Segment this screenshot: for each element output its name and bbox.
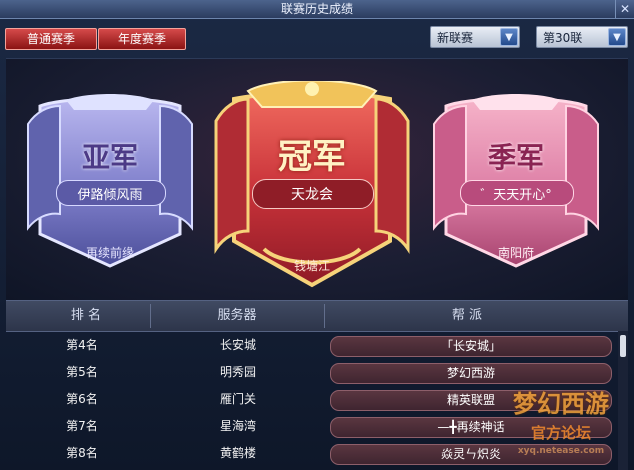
season-select-value: 第30联 xyxy=(543,31,583,45)
league-select-value: 新联赛 xyxy=(437,31,474,45)
scrollbar-thumb[interactable] xyxy=(620,335,626,357)
watermark-subtitle: 官方论坛 xyxy=(530,424,591,442)
rank-cell: 第6名 xyxy=(66,392,98,406)
guild-cell: 梦幻西游 xyxy=(330,363,612,384)
third-rank-label: 季军 xyxy=(487,141,544,174)
table-row[interactable]: 第4名 长安城 「长安城」 xyxy=(6,334,618,357)
server-cell: 明秀园 xyxy=(219,365,256,379)
first-rank-label: 冠军 xyxy=(278,137,346,177)
normal-season-button[interactable]: 普通赛季 xyxy=(5,28,97,50)
rank-cell: 第5名 xyxy=(66,365,98,379)
rank-column-header: 排 名 xyxy=(70,308,102,323)
server-cell: 长安城 xyxy=(219,338,256,352)
guild-column-header: 帮 派 xyxy=(451,308,483,323)
server-column-header: 服务器 xyxy=(217,308,257,323)
second-server: 再续前缘 xyxy=(85,246,134,260)
third-team-name: ゛天天开心° xyxy=(480,188,552,203)
chevron-down-icon[interactable]: ▼ xyxy=(608,28,626,46)
title-bar: 联赛历史成绩 ✕ xyxy=(0,0,634,19)
season-select[interactable]: 第30联 ▼ xyxy=(536,26,628,48)
close-icon[interactable]: ✕ xyxy=(615,0,634,18)
watermark-logo: 梦幻西游 官方论坛 xyq.netease.com xyxy=(496,382,626,466)
third-place-banner: 季军 ゛天天开心° 南阳府 xyxy=(432,94,600,272)
rank-cell: 第4名 xyxy=(66,338,98,352)
second-place-banner: 亚军 伊路倾风雨 再续前缘 xyxy=(26,94,194,272)
table-row[interactable]: 第5名 明秀园 梦幻西游 xyxy=(6,361,618,384)
server-cell: 黄鹤楼 xyxy=(219,446,256,460)
server-cell: 星海湾 xyxy=(219,419,256,433)
rank-cell: 第8名 xyxy=(66,446,98,460)
annual-season-button[interactable]: 年度赛季 xyxy=(98,28,186,50)
chevron-down-icon[interactable]: ▼ xyxy=(500,28,518,46)
second-team-name: 伊路倾风雨 xyxy=(77,188,143,203)
rank-cell: 第7名 xyxy=(66,419,98,433)
league-history-window: 联赛历史成绩 ✕ 普通赛季 年度赛季 新联赛 ▼ 第30联 ▼ 亚军 伊路倾风雨… xyxy=(0,0,634,470)
first-team-name: 天龙会 xyxy=(291,187,333,203)
third-server: 南阳府 xyxy=(497,246,534,260)
podium-area: 亚军 伊路倾风雨 再续前缘 冠军 天龙会 钱塘江 季军 ゛天天开心° 南阳府 xyxy=(6,58,628,300)
table-header: 排 名 服务器 帮 派 xyxy=(6,300,628,332)
first-place-banner: 冠军 天龙会 钱塘江 xyxy=(212,81,412,291)
first-server: 钱塘江 xyxy=(293,259,330,273)
league-select[interactable]: 新联赛 ▼ xyxy=(430,26,520,48)
second-rank-label: 亚军 xyxy=(81,141,138,174)
server-cell: 雁门关 xyxy=(219,392,256,406)
watermark-title: 梦幻西游 xyxy=(513,389,609,418)
watermark-url: xyq.netease.com xyxy=(517,446,605,456)
window-title: 联赛历史成绩 xyxy=(280,2,353,16)
guild-cell: 「长安城」 xyxy=(330,336,612,357)
